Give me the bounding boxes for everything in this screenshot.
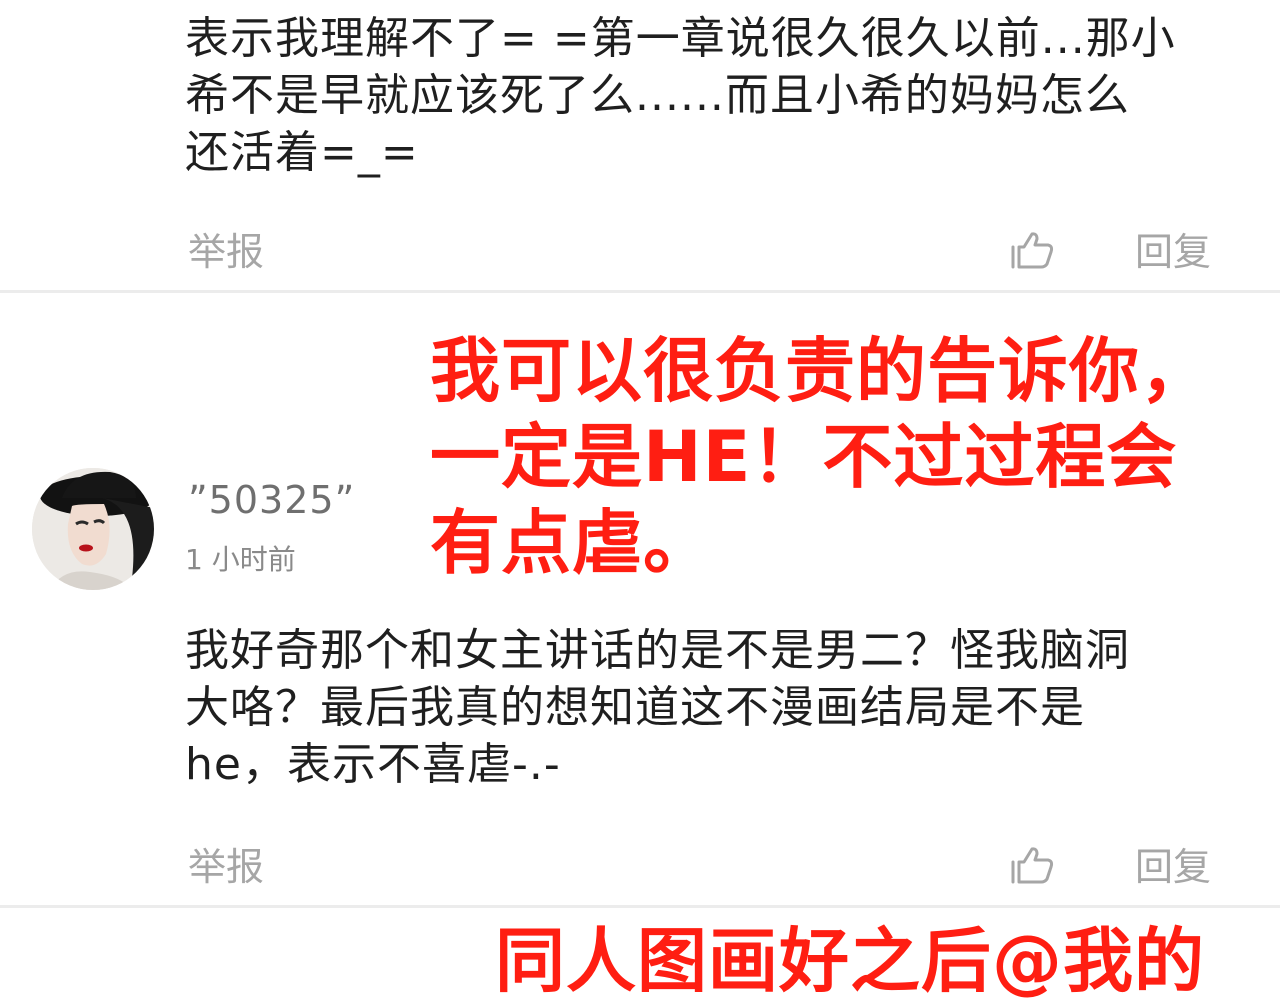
comment-1-text: 表示我理解不了= =第一章说很久很久以前...那小 希不是早就应该死了么....…	[185, 10, 1176, 181]
username[interactable]: ”50325”	[188, 478, 355, 522]
comment-1-line-3: 还活着=_=	[185, 127, 419, 178]
annotation-line-2: 一定是HE！不过过程会	[430, 416, 1178, 498]
annotation-line-1: 我可以很负责的告诉你，	[430, 330, 1211, 412]
thumbs-up-icon[interactable]	[1010, 845, 1058, 885]
comment-2-line-2: 大咯？最后我真的想知道这不漫画结局是不是	[185, 682, 1085, 733]
divider	[0, 290, 1280, 293]
timestamp: 1 小时前	[185, 543, 296, 576]
avatar[interactable]	[32, 468, 154, 590]
thumbs-up-icon[interactable]	[1010, 230, 1058, 270]
comment-2-line-1: 我好奇那个和女主讲话的是不是男二？怪我脑洞	[185, 625, 1130, 676]
report-button[interactable]: 举报	[188, 845, 264, 889]
report-button[interactable]: 举报	[188, 230, 264, 274]
annotation-reply: 我可以很负责的告诉你， 一定是HE！不过过程会 有点虐。	[430, 328, 1211, 586]
comment-1-line-1: 表示我理解不了= =第一章说很久很久以前...那小	[185, 13, 1176, 64]
reply-button[interactable]: 回复	[1135, 845, 1211, 889]
annotation-line-3: 有点虐。	[430, 502, 714, 584]
comment-2-line-3: he，表示不喜虐-.-	[185, 739, 561, 790]
annotation-bottom: 同人图画好之后@我的	[495, 920, 1205, 1002]
comment-1-line-2: 希不是早就应该死了么......而且小希的妈妈怎么	[185, 70, 1130, 121]
comment-2-text: 我好奇那个和女主讲话的是不是男二？怪我脑洞 大咯？最后我真的想知道这不漫画结局是…	[185, 622, 1130, 793]
reply-button[interactable]: 回复	[1135, 230, 1211, 274]
divider	[0, 905, 1280, 908]
